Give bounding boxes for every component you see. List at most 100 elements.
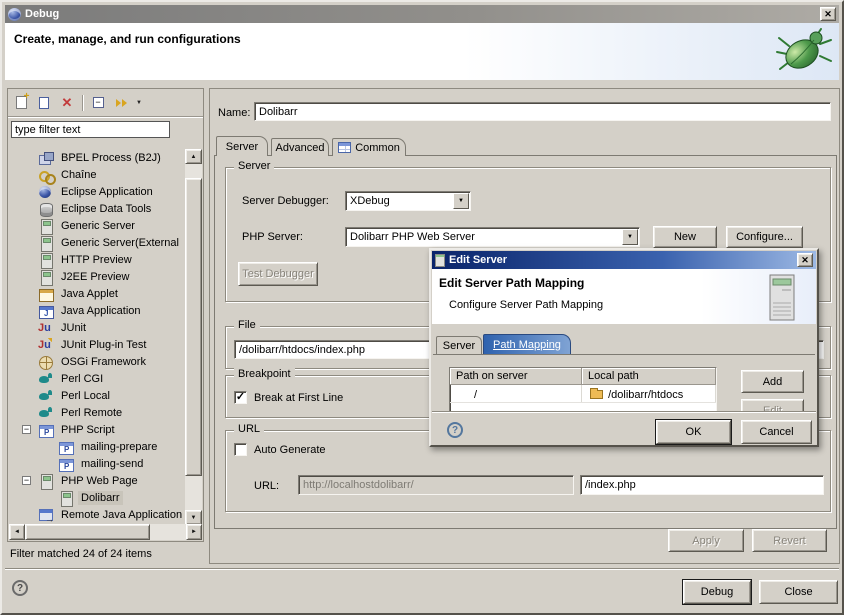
camel-icon [38,406,54,420]
scroll-down-icon[interactable]: ▼ [185,510,202,525]
server-icon [38,236,54,250]
chevron-down-icon[interactable]: ▼ [453,193,469,209]
tree-item[interactable]: OSGi Framework [10,353,182,370]
duplicate-icon[interactable] [36,95,52,111]
footer-separator [5,568,839,570]
name-input[interactable]: Dolibarr [254,102,831,121]
tree-item[interactable]: mailing-send [10,455,182,472]
tree-item[interactable]: Perl Remote [10,404,182,421]
break-first-line-checkbox[interactable]: ✓ [234,391,247,404]
column-path-on-server[interactable]: Path on server [450,368,582,385]
tree-item[interactable]: Eclipse Data Tools [10,200,182,217]
tree-item[interactable]: Perl Local [10,387,182,404]
filter-icon[interactable] [113,95,129,111]
collapse-all-icon[interactable]: − [90,95,106,111]
cancel-button[interactable]: Cancel [741,420,812,444]
tree-item-selected[interactable]: Dolibarr [10,489,182,506]
tree-item[interactable]: −PHP Script [10,421,182,438]
auto-generate-label: Auto Generate [254,444,326,456]
tab-server[interactable]: Server [216,136,268,156]
expander-icon[interactable]: − [22,476,31,485]
header-text: Create, manage, and run configurations [14,32,241,46]
help-icon[interactable]: ? [12,580,28,596]
breakpoint-group-title: Breakpoint [234,368,295,380]
chevron-down-icon[interactable]: ▼ [622,229,638,245]
apply-button[interactable]: Apply [668,529,744,552]
path-on-server-cell: / [450,385,582,402]
camel-icon [38,372,54,386]
filter-input[interactable]: type filter text [11,121,170,138]
tree-item[interactable]: HTTP Preview [10,251,182,268]
process-icon [38,151,54,165]
server-group-title: Server [234,160,274,172]
php-server-select[interactable]: Dolibarr PHP Web Server ▼ [345,227,640,247]
add-button[interactable]: Add [741,370,804,393]
title-bar: Debug ✕ [5,5,839,23]
help-icon[interactable]: ? [447,422,463,438]
tree-horizontal-scrollbar[interactable]: ◄ ► [9,524,202,540]
break-first-line-label: Break at First Line [254,392,343,404]
delete-icon[interactable]: ✕ [59,95,75,111]
camel-icon [38,389,54,403]
folder-icon [590,390,603,399]
tree-item[interactable]: JUnit Plug-in Test [10,336,182,353]
tree-item[interactable]: Java Application [10,302,182,319]
tree-item[interactable]: Generic Server(External La [10,234,182,251]
tree-item[interactable]: Java Applet [10,285,182,302]
tree-item[interactable]: −PHP Web Page [10,472,182,489]
tree-item[interactable]: mailing-prepare [10,438,182,455]
dialog-tab-server[interactable]: Server [436,336,482,354]
tree-item[interactable]: J2EE Preview [10,268,182,285]
scroll-right-icon[interactable]: ► [186,524,202,540]
php-icon [58,457,74,471]
close-icon[interactable]: ✕ [797,253,813,267]
scroll-thumb[interactable] [185,178,202,476]
tree-vertical-scrollbar[interactable]: ▲ ▼ [185,149,202,525]
close-button[interactable]: Close [759,580,838,604]
applet-icon [38,287,54,301]
eclipse-logo-icon [8,8,21,21]
table-row[interactable]: / /dolibarr/htdocs [450,385,716,403]
configure-button[interactable]: Configure... [726,226,803,248]
tree-item[interactable]: Chaîne [10,166,182,183]
dialog-tab-path-mapping[interactable]: Path Mapping [483,334,571,354]
ok-button[interactable]: OK [656,420,731,444]
tree-item[interactable]: Generic Server [10,217,182,234]
tree-item[interactable]: JUnit [10,319,182,336]
scroll-thumb[interactable] [25,524,150,540]
edit-server-header-subtitle: Configure Server Path Mapping [449,299,603,311]
junit-icon [38,321,54,335]
edit-server-title: Edit Server [449,254,507,266]
debug-button[interactable]: Debug [683,580,751,604]
new-configuration-icon[interactable]: + [13,95,29,111]
menu-arrow-icon[interactable]: ▼ [136,100,142,106]
url-label: URL: [254,480,279,492]
name-label: Name: [218,107,250,119]
tab-advanced[interactable]: Advanced [271,138,329,156]
tree-item[interactable]: BPEL Process (B2J) [10,149,182,166]
column-local-path[interactable]: Local path [582,368,716,385]
toolbar-separator [82,95,83,111]
dialog-tab-pane-border [433,354,815,355]
revert-button[interactable]: Revert [752,529,827,552]
server-debugger-select[interactable]: XDebug ▼ [345,191,471,211]
scroll-left-icon[interactable]: ◄ [9,524,25,540]
header-banner: Create, manage, and run configurations [5,23,839,80]
url-path-input[interactable]: /index.php [580,475,824,495]
path-mapping-table[interactable]: Path on server Local path / /dolibarr/ht… [449,367,717,413]
tree-item[interactable]: Eclipse Application [10,183,182,200]
close-icon[interactable]: ✕ [820,7,836,21]
server-icon [38,219,54,233]
tree-item[interactable]: Perl CGI [10,370,182,387]
tree-item[interactable]: Remote Java Application [10,506,182,523]
test-debugger-button[interactable]: Test Debugger [238,262,318,286]
tab-common[interactable]: Common [332,138,406,156]
local-path-cell[interactable]: /dolibarr/htdocs [582,385,716,402]
server-icon [38,474,54,488]
file-group-title: File [234,319,260,331]
expander-icon[interactable]: − [22,425,31,434]
new-server-button[interactable]: New [653,226,717,248]
scroll-up-icon[interactable]: ▲ [185,149,202,164]
chain-icon [38,168,54,182]
auto-generate-checkbox[interactable] [234,443,247,456]
